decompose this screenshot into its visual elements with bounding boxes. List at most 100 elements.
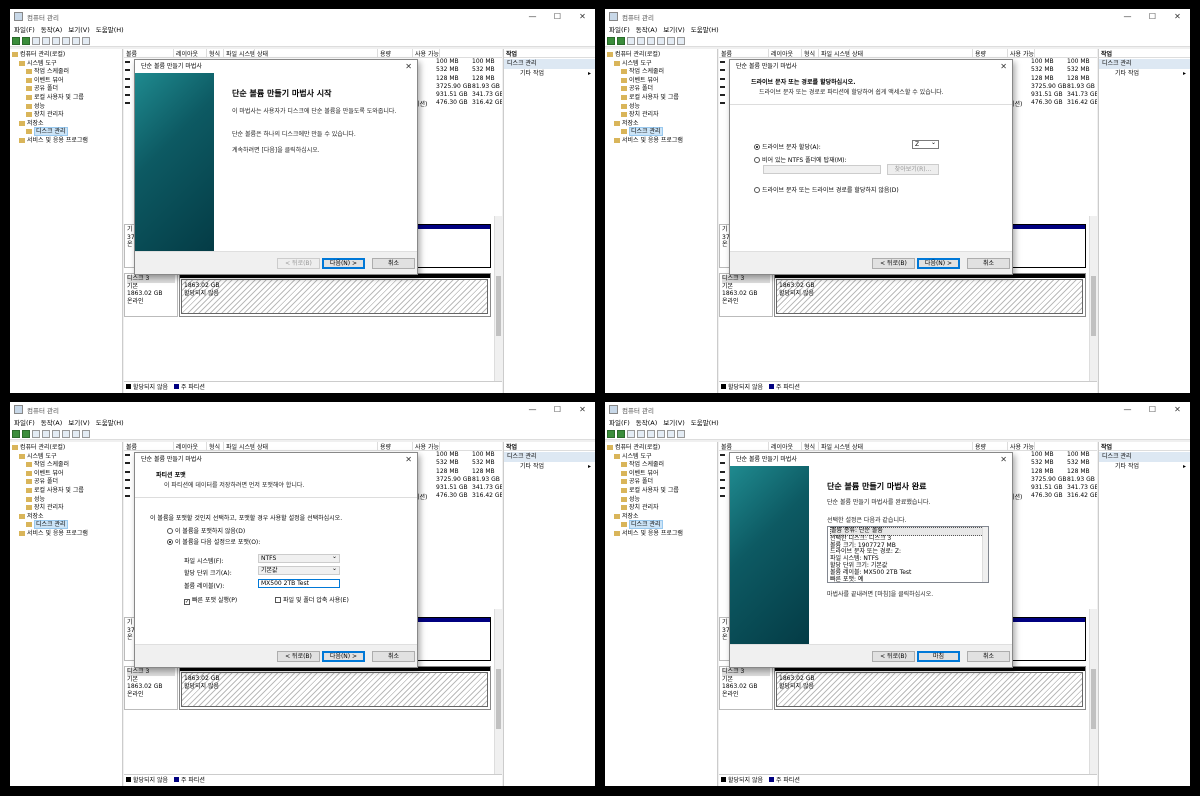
tree-item[interactable]: 장치 관리자 <box>605 111 717 120</box>
no-format-radio[interactable]: 이 볼륨을 포맷하지 않음(D) <box>167 526 245 535</box>
back-icon[interactable] <box>12 429 20 438</box>
format-radio[interactable]: 이 볼륨을 다음 설정으로 포맷(O): <box>167 537 260 546</box>
menu-item[interactable]: 파일(F) <box>14 417 35 428</box>
minimize-button[interactable]: — <box>520 402 545 417</box>
menu-item[interactable]: 보기(V) <box>68 24 89 35</box>
tree-item[interactable]: 디스크 관리 <box>10 520 122 530</box>
actions-disk-management[interactable]: 디스크 관리 <box>1099 59 1190 69</box>
tree-item[interactable]: 컴퓨터 관리(로컬) <box>605 444 717 453</box>
menu-item[interactable]: 보기(V) <box>663 417 684 428</box>
tree-item[interactable]: 성능 <box>605 496 717 505</box>
help-icon[interactable] <box>647 429 655 438</box>
tree-item[interactable]: 컴퓨터 관리(로컬) <box>10 444 122 453</box>
console-tree-icon[interactable] <box>42 429 50 438</box>
tree-item[interactable]: 서비스 및 응용 프로그램 <box>605 137 717 146</box>
tree-item[interactable]: 시스템 도구 <box>605 60 717 69</box>
properties-icon[interactable] <box>657 36 665 45</box>
close-icon[interactable]: ✕ <box>405 60 412 73</box>
tree-item[interactable]: 이벤트 뷰어 <box>10 77 122 86</box>
cancel-button[interactable]: 취소 <box>372 258 415 269</box>
minimize-button[interactable]: — <box>1115 402 1140 417</box>
column-header[interactable]: 용량 <box>378 49 413 57</box>
maximize-button[interactable]: ☐ <box>1140 9 1165 24</box>
disk-3-label[interactable]: 디스크 3 기본 1863.02 GB 온라인 <box>719 666 773 710</box>
tree-item[interactable]: 작업 스케줄러 <box>605 68 717 77</box>
cancel-button[interactable]: 취소 <box>372 651 415 662</box>
console-tree-icon[interactable] <box>637 429 645 438</box>
tree-item[interactable]: 서비스 및 응용 프로그램 <box>10 530 122 539</box>
menu-item[interactable]: 동작(A) <box>41 24 62 35</box>
disk-3-unallocated-partition[interactable]: 1863.02 GB 할당되지 않음 <box>179 273 491 317</box>
tree-item[interactable]: 디스크 관리 <box>10 127 122 137</box>
assign-letter-radio[interactable]: 드라이브 문자 할당(A): <box>754 142 821 151</box>
column-header[interactable]: 사용 가능 <box>413 49 440 57</box>
tree-item[interactable]: 공유 폴더 <box>10 478 122 487</box>
mount-folder-radio[interactable]: 비어 있는 NTFS 폴더에 탑재(M): <box>754 155 847 164</box>
disk-3-label[interactable]: 디스크 3 기본 1863.02 GB 온라인 <box>124 273 178 317</box>
tree-item[interactable]: 작업 스케줄러 <box>10 68 122 77</box>
vertical-scrollbar[interactable] <box>1089 609 1097 774</box>
actions-more[interactable]: 기타 작업 ▸ <box>504 462 595 472</box>
column-header[interactable]: 파일 시스템 <box>224 442 255 450</box>
tree-item[interactable]: 디스크 관리 <box>605 520 717 530</box>
close-button[interactable]: ✕ <box>570 9 595 24</box>
properties-icon[interactable] <box>62 36 70 45</box>
actions-more[interactable]: 기타 작업 ▸ <box>1099 69 1190 79</box>
column-header[interactable]: 형식 <box>207 49 224 57</box>
menu-item[interactable]: 도움말(H) <box>691 24 719 35</box>
menu-item[interactable]: 파일(F) <box>609 24 630 35</box>
column-header[interactable]: 용량 <box>378 442 413 450</box>
settings-icon[interactable] <box>677 429 685 438</box>
folder-icon[interactable] <box>32 36 40 45</box>
help-icon[interactable] <box>52 36 60 45</box>
column-header[interactable]: 레이아웃 <box>769 442 802 450</box>
cancel-button[interactable]: 취소 <box>967 258 1010 269</box>
tree-item[interactable]: 성능 <box>10 496 122 505</box>
vertical-scrollbar[interactable] <box>494 216 502 381</box>
tree-item[interactable]: 장치 관리자 <box>605 504 717 513</box>
back-button[interactable]: < 뒤로(B) <box>277 258 320 269</box>
close-icon[interactable]: ✕ <box>405 453 412 466</box>
tree-item[interactable]: 성능 <box>10 103 122 112</box>
forward-icon[interactable] <box>617 36 625 45</box>
tree-item[interactable]: 이벤트 뷰어 <box>605 77 717 86</box>
tree-item[interactable]: 작업 스케줄러 <box>605 461 717 470</box>
console-tree-icon[interactable] <box>42 36 50 45</box>
disk-3-label[interactable]: 디스크 3 기본 1863.02 GB 온라인 <box>124 666 178 710</box>
browse-button[interactable]: 찾아보기(R)... <box>887 164 939 175</box>
column-header[interactable]: 레이아웃 <box>174 49 207 57</box>
column-header[interactable]: 볼륨 <box>124 49 174 57</box>
column-header[interactable]: 상태 <box>850 49 973 57</box>
settings-icon[interactable] <box>677 36 685 45</box>
column-header[interactable]: 파일 시스템 <box>224 49 255 57</box>
tree-item[interactable]: 컴퓨터 관리(로컬) <box>605 51 717 60</box>
tree-item[interactable]: 로컬 사용자 및 그룹 <box>10 94 122 103</box>
tree-item[interactable]: 서비스 및 응용 프로그램 <box>10 137 122 146</box>
folder-path-input[interactable] <box>763 165 881 174</box>
tree-item[interactable]: 이벤트 뷰어 <box>10 470 122 479</box>
back-button[interactable]: < 뒤로(B) <box>872 258 915 269</box>
tree-item[interactable]: 로컬 사용자 및 그룹 <box>605 487 717 496</box>
back-icon[interactable] <box>607 429 615 438</box>
close-icon[interactable]: ✕ <box>1000 453 1007 466</box>
tree-item[interactable]: 시스템 도구 <box>10 60 122 69</box>
check-icon[interactable] <box>72 36 80 45</box>
tree-item[interactable]: 시스템 도구 <box>605 453 717 462</box>
folder-icon[interactable] <box>32 429 40 438</box>
tree-item[interactable]: 장치 관리자 <box>10 111 122 120</box>
compression-checkbox[interactable]: 파일 및 폴더 압축 사용(E) <box>275 595 349 604</box>
cancel-button[interactable]: 취소 <box>967 651 1010 662</box>
tree-item[interactable]: 로컬 사용자 및 그룹 <box>10 487 122 496</box>
settings-icon[interactable] <box>82 36 90 45</box>
folder-icon[interactable] <box>627 429 635 438</box>
tree-item[interactable]: 컴퓨터 관리(로컬) <box>10 51 122 60</box>
file-system-select[interactable]: NTFS <box>258 553 340 563</box>
next-button[interactable]: 다음(N) > <box>917 258 960 269</box>
column-header[interactable]: 형식 <box>802 49 819 57</box>
column-header[interactable]: 사용 가능 <box>1008 49 1035 57</box>
disk-3-unallocated-partition[interactable]: 1863.02 GB 할당되지 않음 <box>774 666 1086 710</box>
minimize-button[interactable]: — <box>520 9 545 24</box>
back-icon[interactable] <box>607 36 615 45</box>
volume-label-input[interactable]: MX500 2TB Test <box>258 579 340 588</box>
back-button[interactable]: < 뒤로(B) <box>277 651 320 662</box>
